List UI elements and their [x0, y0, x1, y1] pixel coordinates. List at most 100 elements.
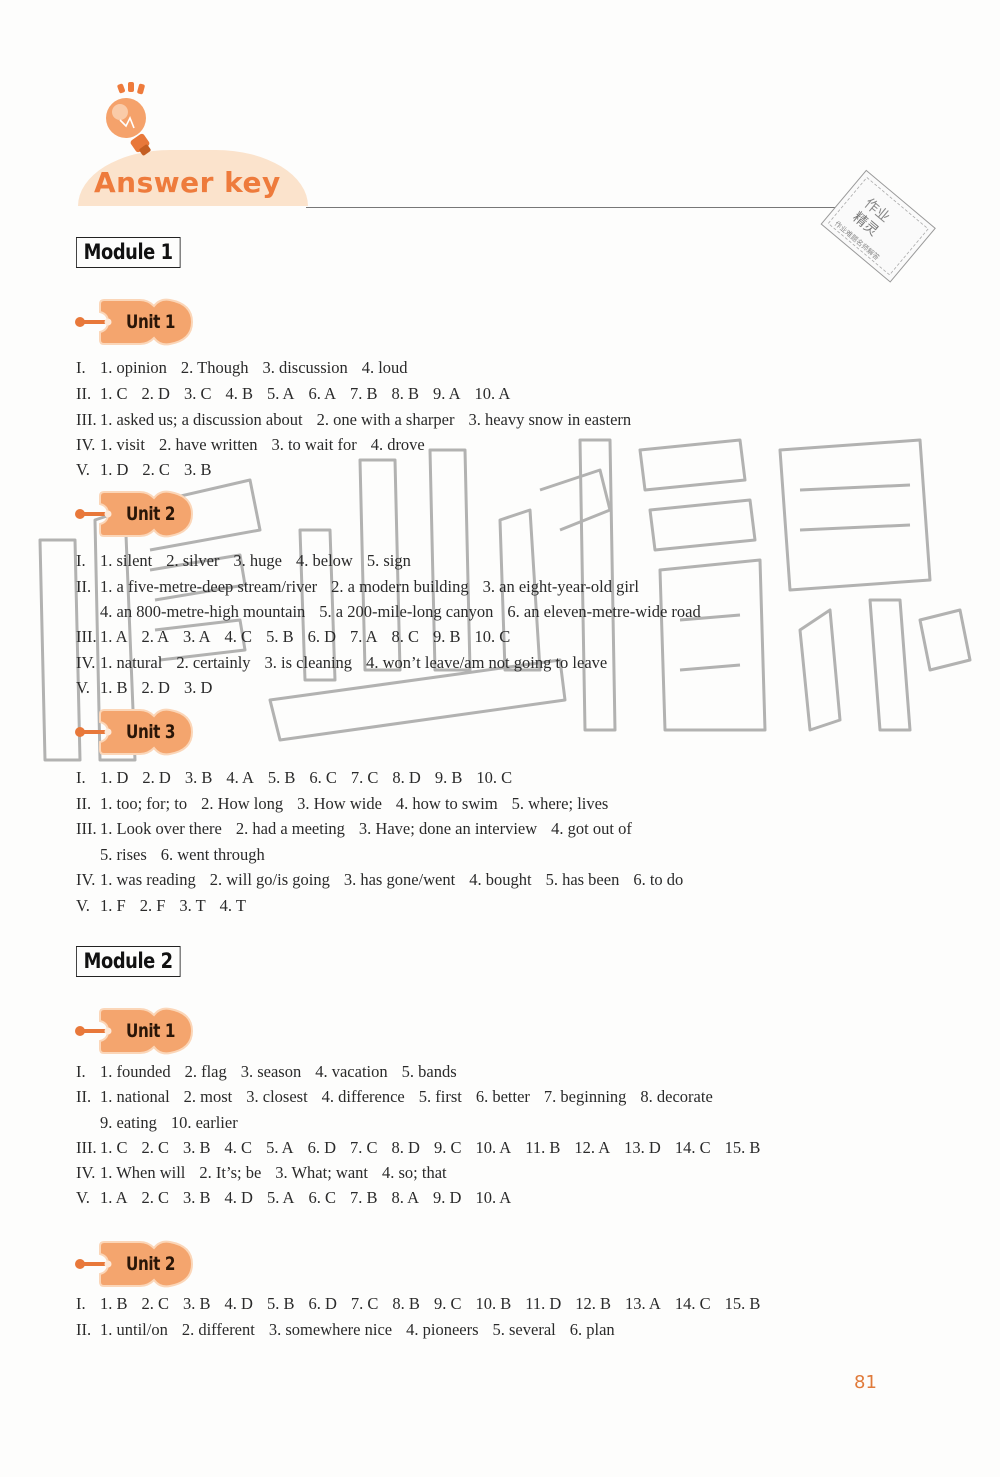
answer-item: 6. went through	[160, 845, 265, 864]
page-title: Answer key	[94, 166, 281, 199]
section-numeral: I.	[76, 551, 86, 570]
answer-item: 4. how to swim	[395, 794, 498, 813]
section-numeral: III.	[76, 1138, 97, 1157]
answer-item: 3. somewhere nice	[268, 1320, 393, 1339]
answer-item: 4. C	[224, 1138, 253, 1157]
answer-item: 3. closest	[246, 1087, 308, 1106]
answer-item: 7. A	[350, 627, 378, 646]
unit-label: Unit 2	[126, 1253, 176, 1275]
answer-row: IV. 1. natural 2. certainly 3. is cleaning 4…	[76, 653, 621, 673]
unit-tag: Unit 1	[74, 1003, 198, 1059]
answer-row: III. 1. asked us; a discussion about 2. on…	[76, 410, 645, 430]
answer-row: II. 1. too; for; to 2. How long 3. How wide…	[76, 794, 622, 814]
header-rule	[306, 207, 876, 208]
section-numeral: II.	[76, 794, 92, 813]
answer-item: 2. will go/is going	[209, 870, 330, 889]
section-numeral: II.	[76, 1320, 92, 1339]
answer-item: 3. has gone/went	[343, 870, 456, 889]
section-numeral: V.	[76, 678, 90, 697]
section-numeral: V.	[76, 1188, 90, 1207]
answer-item: 4. B	[225, 384, 253, 403]
answer-row: II. 1. until/on 2. different 3. somewhere n…	[76, 1320, 629, 1340]
section-numeral: III.	[76, 627, 97, 646]
section-numeral: II.	[76, 1087, 92, 1106]
answer-item: 2. It’s; be	[199, 1163, 262, 1182]
answer-row: V. 1. B 2. D 3. D	[76, 678, 226, 698]
section-numeral: I.	[76, 768, 86, 787]
answer-item: 4. C	[224, 627, 253, 646]
answer-item: 10. C	[474, 627, 511, 646]
answer-item: 2. Though	[180, 358, 249, 377]
answer-item: 4. A	[226, 768, 254, 787]
answer-item: 2. a modern building	[331, 577, 469, 596]
unit-tag: Unit 2	[74, 1236, 198, 1292]
answer-item: 12. B	[575, 1294, 612, 1313]
answer-item: 2. C	[141, 1294, 170, 1313]
answer-item: 5. A	[266, 1188, 295, 1207]
answer-item: 2. D	[141, 384, 170, 403]
module-heading: Module 2	[76, 946, 181, 977]
answer-item: 5. bands	[401, 1062, 457, 1081]
section-numeral: I.	[76, 1294, 86, 1313]
section-numeral: V.	[76, 896, 90, 915]
answer-item: 2. silver	[166, 551, 220, 570]
answer-item: 1. Look over there	[100, 819, 222, 838]
section-numeral: III.	[76, 819, 97, 838]
answer-key-page: Answer key 作业 精灵 作业难题名师解答 Module 1 Unit …	[0, 0, 1000, 1477]
section-numeral: I.	[76, 358, 86, 377]
answer-item: 13. D	[624, 1138, 661, 1157]
answer-item: 3. D	[183, 678, 213, 697]
answer-row: 9. eating 10. earlier	[100, 1113, 252, 1133]
answer-row: IV. 1. was reading 2. will go/is going 3. h…	[76, 870, 697, 890]
answer-item: 2. C	[141, 1138, 170, 1157]
answer-item: 9. C	[433, 1138, 462, 1157]
answer-item: 7. C	[350, 1138, 378, 1157]
answer-row: III. 1. C 2. C 3. B 4. C 5. A 6. D 7. C 8. D 9. C…	[76, 1138, 774, 1158]
section-numeral: III.	[76, 410, 97, 429]
answer-item: 4. got out of	[551, 819, 632, 838]
answer-item: 8. B	[391, 384, 420, 403]
answer-item: 4. bought	[469, 870, 532, 889]
answer-item: 9. B	[434, 768, 463, 787]
answer-item: 3. C	[183, 384, 212, 403]
lightbulb-icon	[106, 82, 151, 156]
answer-item: 4. pioneers	[406, 1320, 479, 1339]
answer-item: 3. A	[183, 627, 211, 646]
answer-item: 4. vacation	[315, 1062, 388, 1081]
section-numeral: V.	[76, 460, 90, 479]
answer-item: 10. C	[476, 768, 513, 787]
answer-item: 5. has been	[545, 870, 620, 889]
answer-item: 14. C	[674, 1294, 711, 1313]
answer-item: 9. A	[433, 384, 461, 403]
answer-item: 3. heavy snow in eastern	[468, 410, 632, 429]
answer-item: 3. B	[183, 1138, 211, 1157]
answer-item: 4. so; that	[382, 1163, 447, 1182]
unit-label: Unit 1	[126, 1020, 176, 1042]
answer-item: 7. B	[350, 384, 378, 403]
answer-item: 2. had a meeting	[235, 819, 345, 838]
answer-item: 2. C	[142, 460, 170, 479]
answer-item: 7. C	[350, 1294, 379, 1313]
answer-item: 1. a five-metre-deep stream/river	[100, 577, 318, 596]
answer-item: 4. loud	[361, 358, 408, 377]
unit-tag: Unit 2	[74, 486, 198, 542]
answer-item: 8. C	[391, 627, 420, 646]
answer-item: 6. A	[308, 384, 336, 403]
answer-item: 2. D	[142, 768, 171, 787]
answer-item: 11. B	[525, 1138, 561, 1157]
answer-item: 5. rises	[100, 845, 147, 864]
answer-item: 1. founded	[100, 1062, 171, 1081]
answer-item: 1. C	[100, 384, 128, 403]
answer-item: 4. D	[224, 1188, 253, 1207]
answer-item: 6. to do	[633, 870, 684, 889]
section-numeral: IV.	[76, 653, 96, 672]
answer-item: 8. D	[392, 768, 421, 787]
answer-item: 3. How wide	[297, 794, 382, 813]
answer-item: 6. D	[307, 627, 336, 646]
answer-item: 9. B	[433, 627, 461, 646]
answer-row: II. 1. national 2. most 3. closest 4. differ…	[76, 1087, 727, 1107]
answer-item: 8. D	[391, 1138, 420, 1157]
answer-item: 4. won’t leave/am not going to leave	[366, 653, 608, 672]
answer-item: 3. T	[179, 896, 206, 915]
answer-item: 5. sign	[366, 551, 411, 570]
